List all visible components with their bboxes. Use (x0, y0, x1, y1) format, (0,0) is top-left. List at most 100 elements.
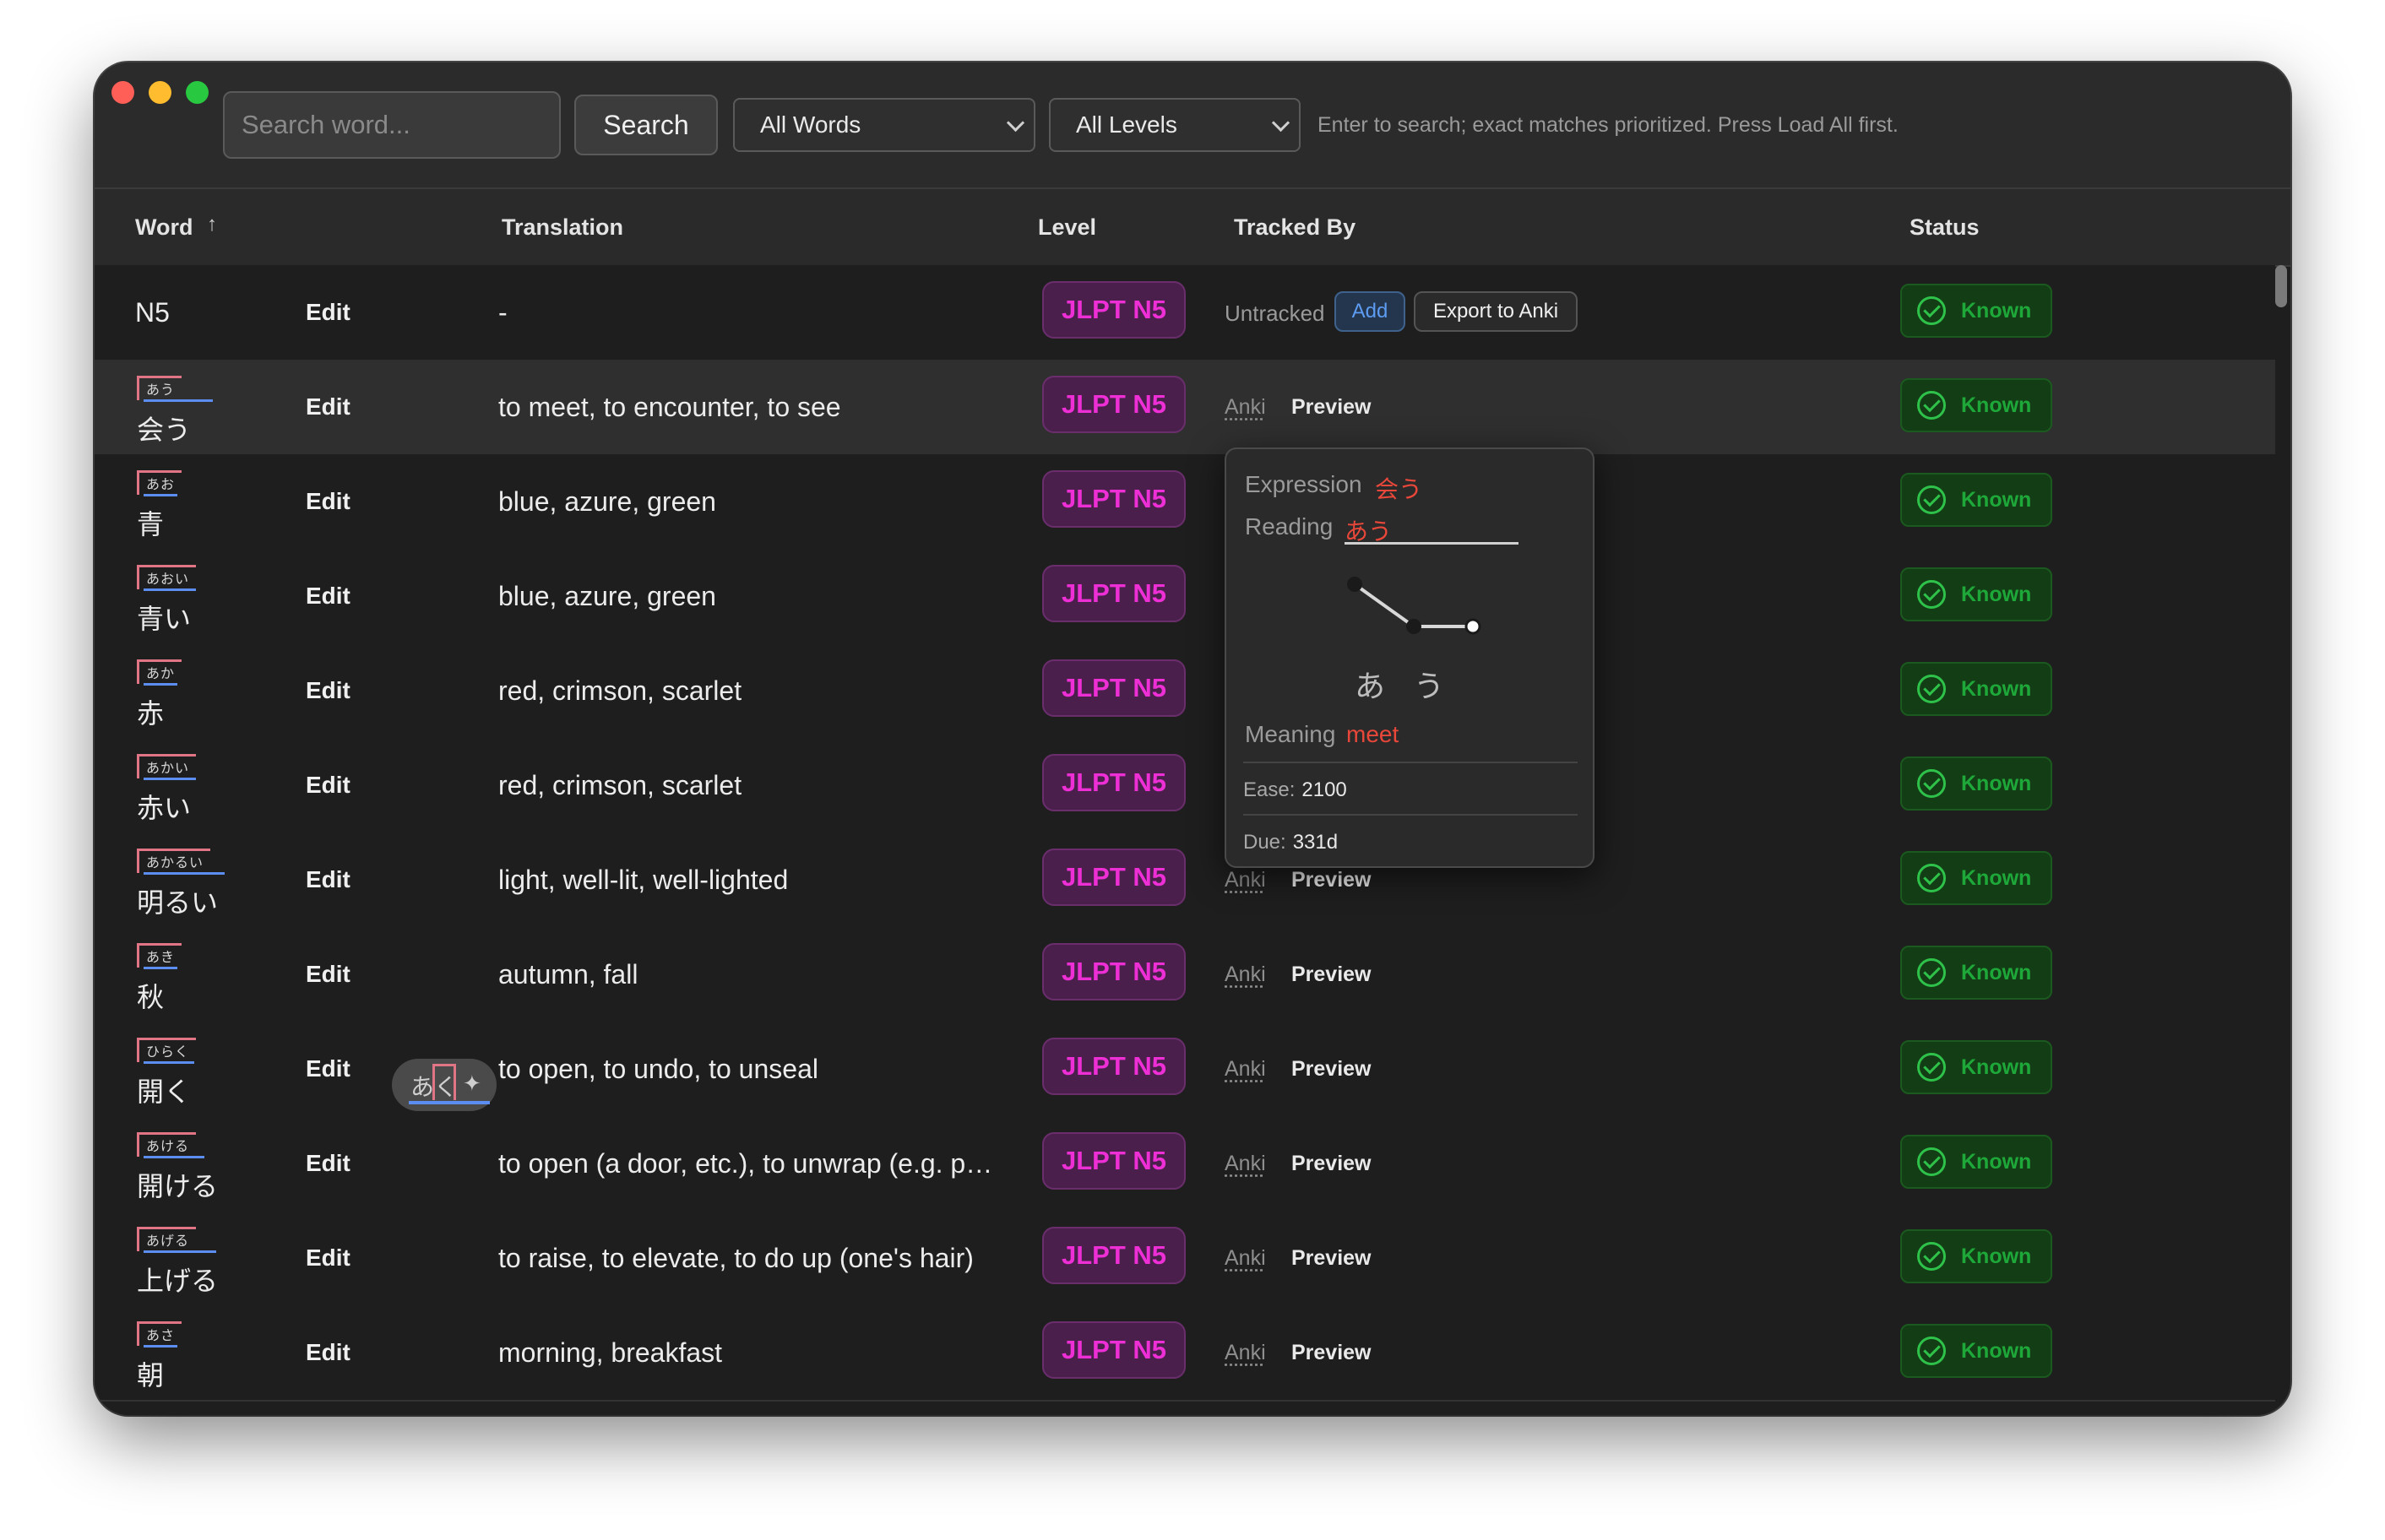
sort-ascending-icon[interactable]: ↑ (207, 213, 217, 236)
level-filter-select[interactable]: All Levels (1049, 98, 1301, 152)
edit-button[interactable]: Edit (306, 772, 350, 799)
anki-link[interactable]: Anki (1225, 1152, 1266, 1176)
preview-button[interactable]: Preview (1291, 868, 1372, 892)
edit-button[interactable]: Edit (306, 961, 350, 988)
status-badge[interactable]: Known (1900, 662, 2052, 716)
export-to-anki-button[interactable]: Export to Anki (1414, 291, 1578, 332)
edit-button[interactable]: Edit (306, 488, 350, 515)
word-text: 秋 (137, 982, 165, 1012)
word-text: 会う (137, 415, 192, 445)
status-label: Known (1961, 771, 2032, 795)
column-header-translation[interactable]: Translation (502, 214, 623, 241)
word-reading: あおい (137, 565, 197, 589)
chevron-down-icon (1271, 113, 1290, 133)
pitch-accent-mark (144, 494, 177, 496)
table-row[interactable]: あか赤 Edit red, crimson, scarlet JLPT N5 Known (95, 643, 2275, 740)
anki-link[interactable]: Anki (1225, 1246, 1266, 1271)
pitch-line (1353, 583, 1415, 628)
edit-button[interactable]: Edit (306, 677, 350, 704)
anki-link[interactable]: Anki (1225, 395, 1266, 420)
search-input[interactable] (223, 91, 561, 159)
close-window-button[interactable] (111, 81, 134, 104)
edit-button[interactable]: Edit (306, 1339, 350, 1366)
edit-button[interactable]: Edit (306, 393, 350, 420)
status-badge[interactable]: Known (1900, 946, 2052, 1000)
table-row[interactable]: あげる 上げる Edit to raise, to elevate, to do up… (95, 1211, 2275, 1307)
column-header-level[interactable]: Level (1038, 214, 1096, 241)
word-reading: あげる (137, 1227, 197, 1251)
preview-button[interactable]: Preview (1291, 1246, 1372, 1271)
meaning-value: meet (1346, 721, 1399, 747)
word-text: 上げる (137, 1266, 219, 1296)
table-row[interactable]: あかい 赤い Edit red, crimson, scarlet JLPT N5 Kno… (95, 738, 2275, 834)
edit-button[interactable]: Edit (306, 866, 350, 893)
sparkle-icon: ✦ (463, 1071, 481, 1096)
anki-link[interactable]: Anki (1225, 962, 1266, 987)
table-row[interactable]: あける 開ける Edit to open (a door, etc.), to unw… (95, 1116, 2275, 1212)
table-row[interactable]: あおい 青い Edit blue, azure, green JLPT N5 Known (95, 549, 2275, 645)
status-badge[interactable]: Known (1900, 851, 2052, 905)
table-row[interactable]: あかるい 明るい Edit light, well-lit, well-lighted… (95, 832, 2275, 929)
scrollbar-thumb[interactable] (2275, 265, 2287, 307)
word-filter-select[interactable]: All Words (733, 98, 1035, 152)
status-label: Known (1961, 487, 2032, 512)
column-header-tracked-by[interactable]: Tracked By (1234, 214, 1355, 241)
word-reading: あかい (137, 754, 197, 778)
check-circle-icon (1917, 769, 1946, 798)
status-label: Known (1961, 1055, 2032, 1079)
pitch-accent-mark (432, 1064, 456, 1100)
due-label: Due: (1243, 831, 1286, 854)
translation-text: morning, breakfast (498, 1337, 723, 1368)
status-badge[interactable]: Known (1900, 1135, 2052, 1189)
jlpt-level-badge: JLPT N5 (1042, 1132, 1186, 1190)
column-header-status[interactable]: Status (1910, 214, 1980, 241)
status-badge[interactable]: Known (1900, 284, 2052, 338)
status-badge[interactable]: Known (1900, 1040, 2052, 1094)
translation-text: blue, azure, green (498, 581, 716, 611)
table-row[interactable]: あお青 Edit blue, azure, green JLPT N5 Known (95, 454, 2275, 550)
table-row[interactable]: あう 会う Edit to meet, to encounter, to see JLP… (95, 360, 2275, 456)
chevron-down-icon (1006, 113, 1025, 133)
word-filter-value: All Words (760, 111, 861, 138)
status-badge[interactable]: Known (1900, 1324, 2052, 1378)
pitch-accent-mark (144, 1250, 216, 1253)
status-badge[interactable]: Known (1900, 567, 2052, 621)
word-reading: あかるい (137, 849, 211, 873)
preview-button[interactable]: Preview (1291, 1341, 1372, 1365)
add-button[interactable]: Add (1334, 291, 1405, 332)
toolbar: Search All Words All Levels Enter to sea… (95, 62, 2290, 187)
table-row[interactable]: あさ朝 Edit morning, breakfast JLPT N5 Anki Prev… (95, 1305, 2275, 1402)
table-row[interactable]: あき秋 Edit autumn, fall JLPT N5 Anki Preview Kno… (95, 927, 2275, 1023)
zoom-window-button[interactable] (186, 81, 209, 104)
status-label: Known (1961, 298, 2032, 323)
check-circle-icon (1917, 864, 1946, 892)
edit-button[interactable]: Edit (306, 583, 350, 610)
status-badge[interactable]: Known (1900, 1229, 2052, 1283)
edit-button[interactable]: Edit (306, 1055, 350, 1082)
edit-button[interactable]: Edit (306, 299, 350, 326)
jlpt-level-badge: JLPT N5 (1042, 376, 1186, 433)
status-badge[interactable]: Known (1900, 473, 2052, 527)
word-reading: あか (137, 659, 182, 684)
due-value: 331d (1292, 831, 1339, 854)
edit-button[interactable]: Edit (306, 1150, 350, 1177)
search-button[interactable]: Search (574, 95, 718, 155)
preview-button[interactable]: Preview (1291, 395, 1372, 420)
status-badge[interactable]: Known (1900, 756, 2052, 811)
table-row[interactable]: N5 Edit - JLPT N5 Untracked Add Export to Anki… (95, 265, 2275, 361)
edit-button[interactable]: Edit (306, 1244, 350, 1272)
check-circle-icon (1917, 1053, 1946, 1082)
minimize-window-button[interactable] (149, 81, 171, 104)
preview-button[interactable]: Preview (1291, 1057, 1372, 1082)
check-circle-icon (1917, 1147, 1946, 1176)
jlpt-level-badge: JLPT N5 (1042, 470, 1186, 528)
pitch-kana: あ (1355, 669, 1386, 703)
anki-preview-popover: Expression 会う Reading あう あ う Meaning mee… (1225, 447, 1595, 868)
preview-button[interactable]: Preview (1291, 1152, 1372, 1176)
anki-link[interactable]: Anki (1225, 1057, 1266, 1082)
preview-button[interactable]: Preview (1291, 962, 1372, 987)
status-badge[interactable]: Known (1900, 378, 2052, 432)
anki-link[interactable]: Anki (1225, 1341, 1266, 1365)
column-header-word[interactable]: Word (135, 214, 193, 241)
anki-link[interactable]: Anki (1225, 868, 1266, 892)
